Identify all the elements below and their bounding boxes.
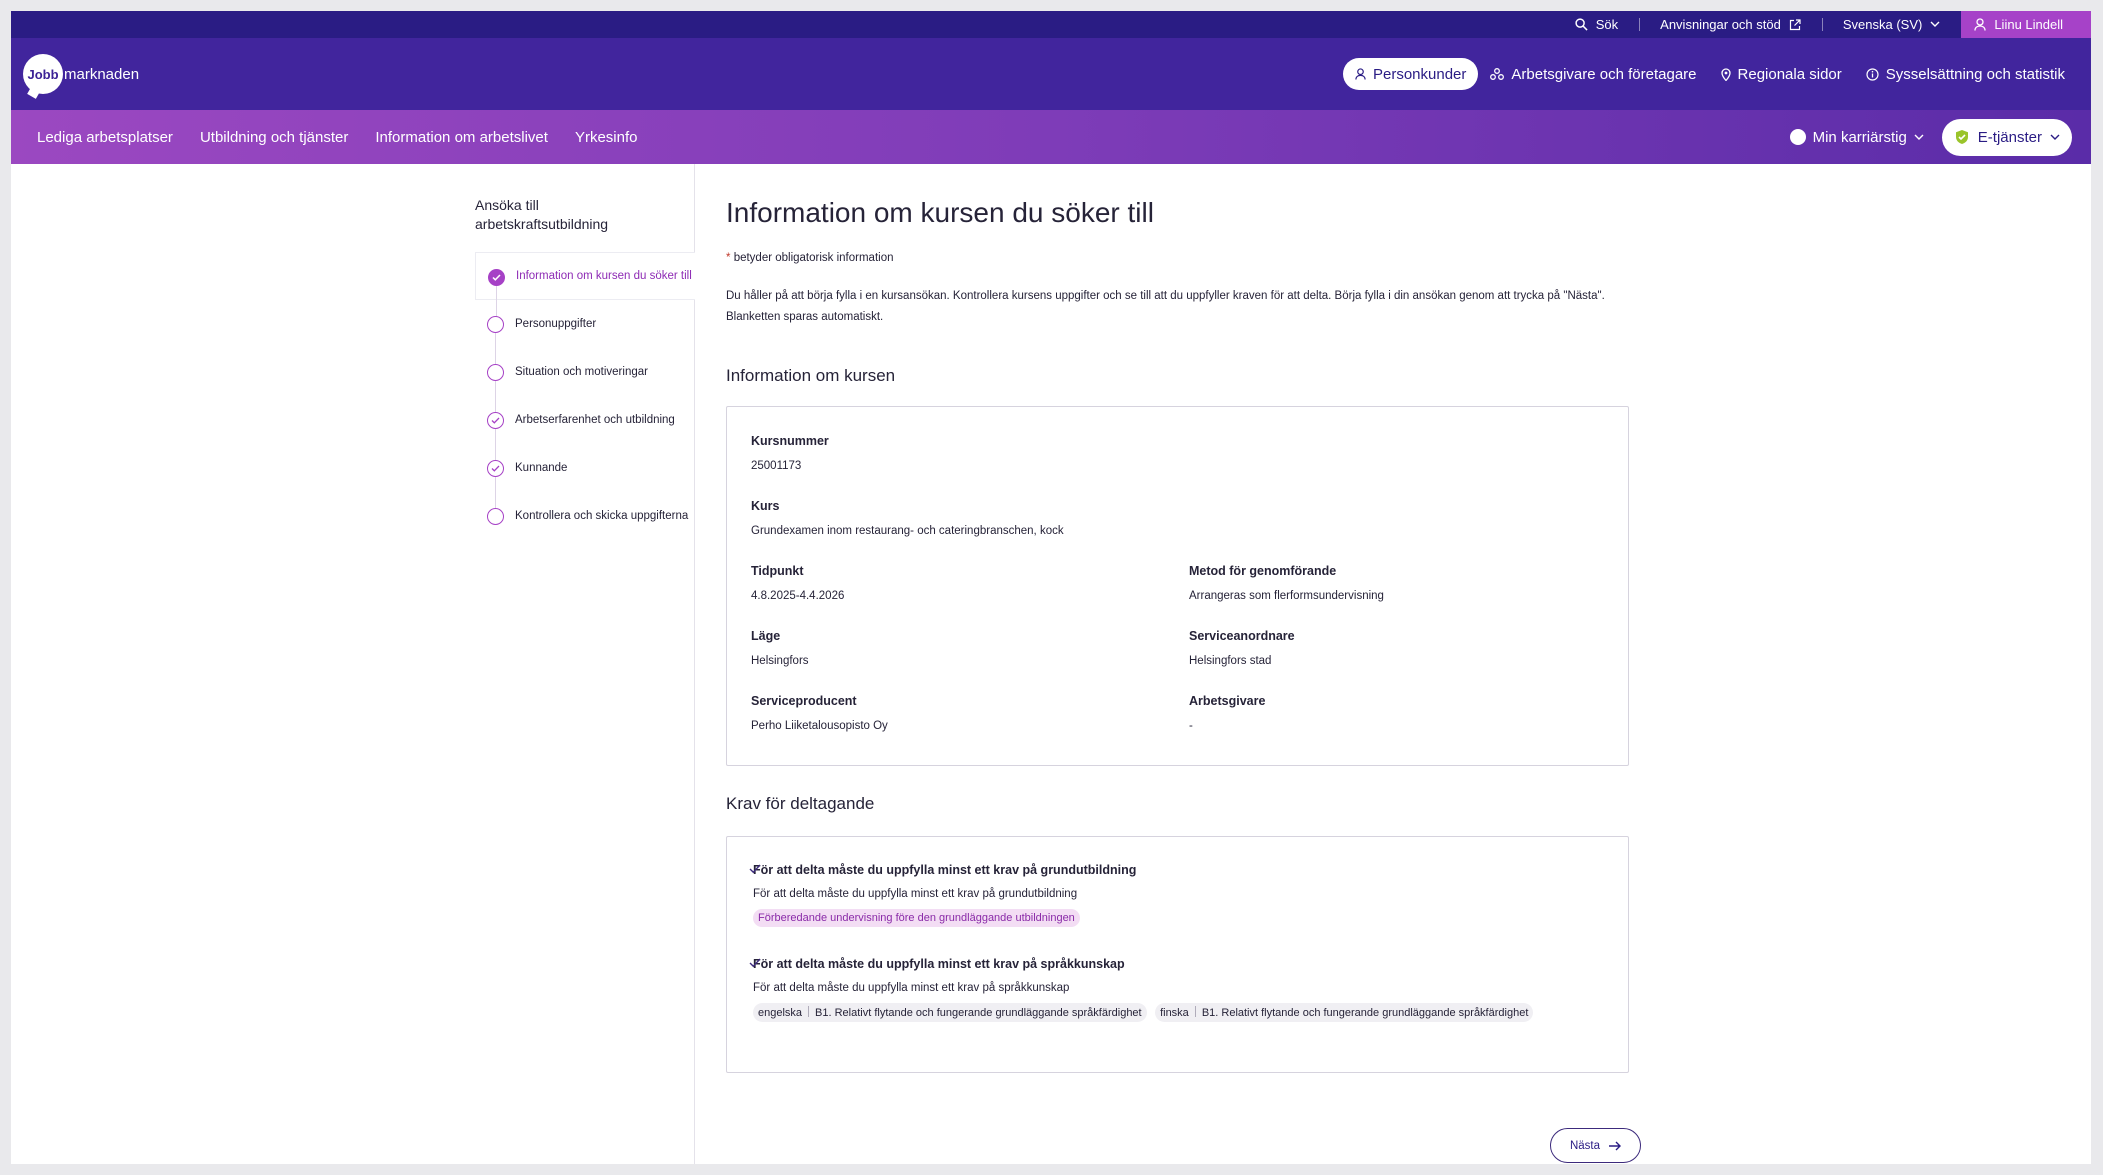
intro-text: Du håller på att börja fylla i en kursan…: [726, 290, 1605, 323]
language-chip-english: engelska B1. Relativt flytande och funger…: [753, 1003, 1147, 1022]
user-icon: [1974, 18, 1986, 31]
nav-statistik-label: Sysselsättning och statistik: [1885, 65, 2065, 83]
chevron-down-icon: [1930, 21, 1940, 28]
step-empty-circle-icon: [487, 364, 504, 381]
check-icon: [749, 864, 761, 874]
nav-regionala[interactable]: Regionala sidor: [1709, 58, 1854, 90]
step-label: Situation och motiveringar: [515, 366, 648, 378]
search-link[interactable]: Sök: [1554, 11, 1639, 38]
step-label: Kunnande: [515, 462, 568, 474]
step-list: Information om kursen du söker till Pers…: [475, 252, 695, 540]
arrow-right-icon: [1608, 1141, 1622, 1151]
logo-text: marknaden: [64, 65, 140, 83]
career-path-label: Min karriärstig: [1812, 128, 1907, 146]
requirement-title: För att delta måste du uppfylla minst et…: [727, 863, 1136, 877]
step-personal-info[interactable]: Personuppgifter: [475, 300, 695, 365]
requirement-basic-education: För att delta måste du uppfylla minst et…: [749, 863, 1136, 927]
field-employer: Arbetsgivare -: [1189, 694, 1266, 732]
guidance-label: Anvisningar och stöd: [1660, 17, 1781, 32]
user-menu[interactable]: Liinu Lindell: [1961, 11, 2091, 38]
check-icon: [749, 958, 761, 968]
audience-nav: Personkunder Arbetsgivare och företagare…: [1343, 58, 2077, 90]
step-label: Information om kursen du söker till: [516, 270, 692, 282]
step-work-experience[interactable]: Arbetserfarenhet och utbildning: [475, 396, 695, 461]
requirements-card: För att delta måste du uppfylla minst et…: [726, 836, 1629, 1073]
nav-regionala-label: Regionala sidor: [1737, 65, 1842, 83]
field-course: Kurs Grundexamen inom restaurang- och ca…: [751, 499, 1064, 537]
field-organizer: Serviceanordnare Helsingfors stad: [1189, 629, 1295, 667]
field-course-number: Kursnummer 25001173: [751, 434, 829, 472]
field-producer: Serviceproducent Perho Liiketalousopisto…: [751, 694, 888, 732]
career-path-icon: [1789, 129, 1806, 145]
step-done-check-icon: [487, 460, 504, 477]
step-sidebar: Ansöka till arbetskraftsutbildning Infor…: [464, 164, 695, 1164]
course-info-card: Kursnummer 25001173 Kurs Grundexamen ino…: [726, 406, 1629, 766]
external-link-icon: [1789, 18, 1801, 31]
people-group-icon: [1490, 67, 1505, 81]
step-label: Kontrollera och skicka uppgifterna: [515, 510, 689, 522]
requirement-language: För att delta måste du uppfylla minst et…: [749, 957, 1537, 1022]
nav-personkunder-label: Personkunder: [1373, 65, 1467, 83]
language-chip-finnish: finska B1. Relativt flytande och fungeran…: [1155, 1003, 1534, 1022]
info-icon: [1866, 67, 1879, 81]
page-title: Information om kursen du söker till: [726, 197, 1154, 228]
language-label: Svenska (SV): [1842, 17, 1923, 32]
search-label: Sök: [1595, 17, 1619, 32]
step-label: Personuppgifter: [515, 318, 597, 330]
requirement-chip: Förberedande undervisning före den grund…: [753, 909, 1080, 927]
requirement-title: För att delta måste du uppfylla minst et…: [727, 957, 1537, 971]
nav-utbildning[interactable]: Utbildning och tjänster: [200, 129, 348, 146]
step-done-check-icon: [487, 412, 504, 429]
step-situation[interactable]: Situation och motiveringar: [475, 348, 695, 413]
requirement-description: För att delta måste du uppfylla minst et…: [753, 888, 1078, 900]
logo-bubble: Jobb: [23, 54, 63, 94]
field-location: Läge Helsingfors: [751, 629, 809, 667]
language-selector[interactable]: Svenska (SV): [1821, 11, 1961, 38]
browser-viewport: Sök Anvisningar och stöd Svenska (SV) Li…: [11, 11, 2091, 1164]
shield-icon: [1954, 129, 1970, 145]
utility-bar: Sök Anvisningar och stöd Svenska (SV) Li…: [11, 11, 2091, 38]
search-icon: [1575, 18, 1588, 31]
nav-arbetsgivare[interactable]: Arbetsgivare och företagare: [1478, 58, 1708, 90]
next-label: Nästa: [1569, 1139, 1601, 1152]
nav-information-arbetslivet[interactable]: Information om arbetslivet: [375, 129, 548, 146]
next-button[interactable]: Nästa: [1550, 1128, 1641, 1163]
nav-statistik[interactable]: Sysselsättning och statistik: [1854, 58, 2077, 90]
nav-arbetsgivare-label: Arbetsgivare och företagare: [1511, 65, 1697, 83]
step-empty-circle-icon: [487, 508, 504, 525]
chevron-down-icon: [2050, 134, 2060, 141]
location-pin-icon: [1720, 67, 1731, 81]
step-review-submit[interactable]: Kontrollera och skicka uppgifterna: [475, 492, 695, 540]
field-method: Metod för genomförande Arrangeras som fl…: [1189, 564, 1384, 602]
career-path-menu[interactable]: Min karriärstig: [1789, 128, 1924, 146]
site-header: Jobb marknaden Personkunder Arbetsgivare…: [11, 38, 2091, 110]
main-nav: Lediga arbetsplatser Utbildning och tjän…: [11, 110, 2091, 164]
nav-personkunder[interactable]: Personkunder: [1343, 58, 1479, 90]
sidebar-title: Ansöka till arbetskraftsutbildning: [475, 197, 609, 232]
step-course-info[interactable]: Information om kursen du söker till: [475, 252, 695, 318]
jobbmarknaden-logo[interactable]: Jobb marknaden: [23, 54, 139, 94]
field-time: Tidpunkt 4.8.2025-4.4.2026: [751, 564, 845, 602]
page-content: Ansöka till arbetskraftsutbildning Infor…: [11, 164, 2091, 1164]
guidance-link[interactable]: Anvisningar och stöd: [1639, 11, 1822, 38]
chevron-down-icon: [1914, 134, 1924, 141]
nav-lediga-arbetsplatser[interactable]: Lediga arbetsplatser: [37, 129, 173, 146]
e-services-menu[interactable]: E-tjänster: [1941, 118, 2072, 156]
step-skills[interactable]: Kunnande: [475, 444, 695, 509]
course-info-heading: Information om kursen: [726, 366, 896, 385]
user-name: Liinu Lindell: [1994, 17, 2063, 32]
required-note: * betyder obligatorisk information: [726, 252, 894, 264]
requirements-heading: Krav för deltagande: [726, 794, 875, 813]
step-empty-circle-icon: [487, 316, 504, 333]
person-icon: [1355, 68, 1366, 80]
step-current-icon: [488, 269, 505, 286]
requirement-description: För att delta måste du uppfylla minst et…: [753, 982, 1070, 994]
step-label: Arbetserfarenhet och utbildning: [515, 414, 675, 426]
e-services-label: E-tjänster: [1977, 128, 2042, 146]
nav-yrkesinfo[interactable]: Yrkesinfo: [575, 129, 638, 146]
